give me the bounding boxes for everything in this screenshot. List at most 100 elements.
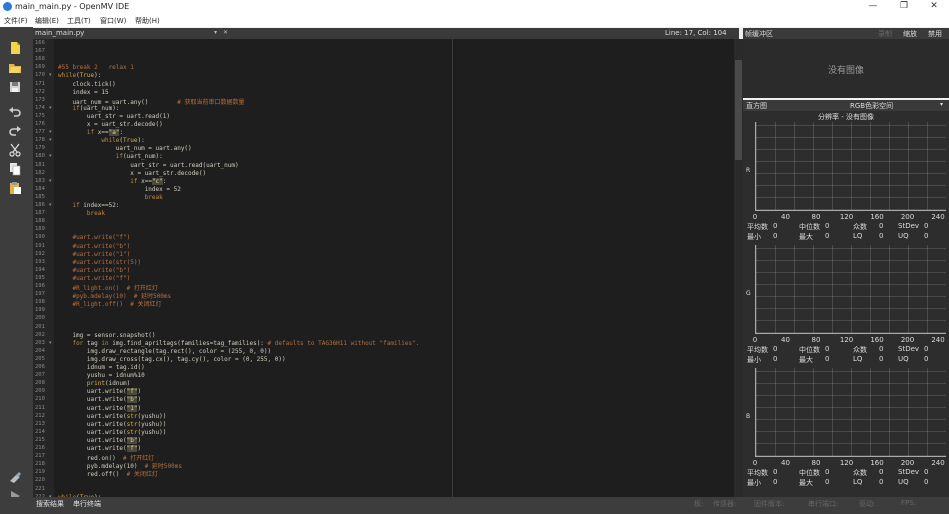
connect-icon[interactable]	[8, 471, 22, 483]
code-line: for tag in img.find_apriltags(families=t…	[72, 339, 420, 347]
code-line: x = uart_str.decode()	[58, 169, 207, 177]
colorspace-select[interactable]: RGB色彩空间	[850, 101, 893, 111]
stat-label-stdev: StDev	[898, 222, 920, 230]
minimize-button[interactable]: —	[858, 0, 888, 14]
fps-status: FPS:	[901, 499, 917, 507]
line-number: 168	[35, 56, 45, 63]
file-selector[interactable]: main_main.py	[35, 29, 84, 37]
new-file-icon[interactable]	[8, 41, 22, 54]
channel-label: R	[746, 167, 751, 174]
frame-buffer-view: 没有图像	[743, 39, 949, 98]
record-button[interactable]: 录制	[878, 29, 892, 39]
line-number: 204	[35, 347, 45, 354]
line-number: 206	[35, 364, 45, 370]
fold-marker-icon[interactable]: ▾	[49, 178, 52, 184]
zoom-button[interactable]: 缩放	[903, 29, 917, 39]
line-number: 208	[35, 380, 45, 387]
fold-marker-icon[interactable]: ▾	[49, 202, 52, 208]
line-number: 200	[35, 315, 45, 322]
stat-label-lq: LQ	[853, 478, 863, 486]
menu-file[interactable]: 文件(F)	[4, 16, 28, 26]
code-line: yushu = idnum%10	[58, 372, 145, 380]
histogram-x-tick: 40	[781, 336, 790, 344]
line-number: 207	[35, 372, 45, 379]
code-line: idnum = tag.id()	[58, 364, 145, 371]
line-number: 219	[35, 469, 45, 476]
histogram-x-tick: 200	[900, 336, 915, 344]
cut-icon[interactable]	[8, 143, 22, 157]
line-number: 176	[35, 121, 45, 127]
code-line: #uart.write("f")	[72, 274, 131, 282]
line-number: 179	[35, 145, 45, 152]
search-results-tab[interactable]: 搜索结果	[36, 499, 64, 509]
fold-marker-icon[interactable]: ▾	[49, 153, 52, 159]
stat-value-mean: 0	[773, 345, 778, 353]
openmv-logo-icon	[3, 2, 12, 11]
code-line: if index==52:	[72, 202, 120, 209]
fold-marker-icon[interactable]: ▾	[49, 105, 52, 111]
histogram-x-tick: 160	[870, 336, 884, 344]
window-title: main_main.py - OpenMV IDE	[15, 2, 130, 11]
code-line: uart.write(str(yushu))	[58, 428, 167, 436]
chevron-down-icon[interactable]: ▾	[214, 29, 217, 36]
line-number: 182	[35, 169, 45, 176]
fold-marker-icon[interactable]: ▾	[49, 129, 52, 135]
line-number: 175	[35, 112, 45, 119]
menu-tools[interactable]: 工具(T)	[67, 16, 91, 26]
line-number: 210	[35, 396, 45, 403]
stat-label-min: 最小	[747, 479, 761, 487]
code-line: index = 52	[58, 185, 181, 193]
serial-terminal-tab[interactable]: 串行终端	[73, 499, 101, 509]
menu-help[interactable]: 帮助(H)	[135, 16, 160, 26]
line-number: 201	[35, 323, 45, 330]
code-editor[interactable]: #55 break 2 relax 1 while(True): clock.ti…	[54, 39, 734, 497]
line-number: 169	[35, 64, 45, 71]
code-line: img = sensor.snapshot()	[58, 331, 156, 339]
menu-edit[interactable]: 编辑(E)	[35, 16, 59, 26]
editor-tab-bar: main_main.py ▾ ✕ Line: 17, Col: 104	[33, 28, 739, 39]
line-number: 187	[35, 210, 45, 217]
redo-icon[interactable]	[8, 124, 22, 136]
line-number: 199	[35, 307, 45, 314]
line-number: 194	[35, 266, 45, 273]
disable-button[interactable]: 禁用	[928, 29, 942, 39]
editor-scrollbar-thumb[interactable]	[735, 60, 742, 160]
stat-value-mode: 0	[879, 222, 884, 230]
chevron-down-icon[interactable]: ▾	[940, 101, 943, 108]
cursor-position: Line: 17, Col: 104	[665, 29, 727, 37]
undo-icon[interactable]	[8, 105, 22, 117]
copy-icon[interactable]	[8, 162, 22, 176]
histogram-x-tick: 80	[811, 459, 821, 467]
histogram-plot	[755, 122, 946, 211]
stat-value-max: 0	[825, 232, 830, 240]
code-line: #uart.write(str(5))	[72, 258, 142, 266]
histogram-x-tick: 0	[752, 213, 758, 221]
code-line: #uart.write("b")	[72, 242, 131, 250]
close-button[interactable]: ✕	[919, 0, 949, 14]
code-line: uart.write("f")	[58, 388, 142, 396]
line-number: 173	[35, 96, 45, 103]
line-number: 172	[35, 88, 45, 95]
paste-icon[interactable]	[8, 181, 22, 194]
maximize-button[interactable]: ❐	[889, 0, 919, 14]
stat-label-stdev: StDev	[898, 468, 920, 476]
fold-marker-icon[interactable]: ▾	[49, 72, 52, 78]
line-number: 202	[35, 331, 45, 338]
line-number: 184	[35, 185, 45, 192]
stat-value-uq: 0	[924, 478, 929, 486]
save-icon[interactable]	[8, 80, 22, 92]
open-folder-icon[interactable]	[8, 61, 22, 73]
title-bar: main_main.py - OpenMV IDE — ❐ ✕	[0, 0, 949, 14]
fold-marker-icon[interactable]: ▾	[49, 137, 52, 143]
frame-buffer-title: 帧缓冲区	[745, 30, 773, 38]
channel-label: G	[746, 290, 751, 297]
close-file-icon[interactable]: ✕	[223, 29, 228, 36]
fold-marker-icon[interactable]: ▾	[49, 340, 52, 346]
stat-value-lq: 0	[879, 232, 884, 240]
histogram-x-tick: 80	[811, 336, 821, 344]
code-line: uart.write(str(yushu))	[58, 420, 167, 428]
histogram-x-tick: 240	[931, 459, 945, 467]
code-line: #uart.write("f")	[72, 234, 131, 242]
menu-window[interactable]: 窗口(W)	[100, 16, 126, 26]
stat-value-min: 0	[773, 232, 778, 240]
